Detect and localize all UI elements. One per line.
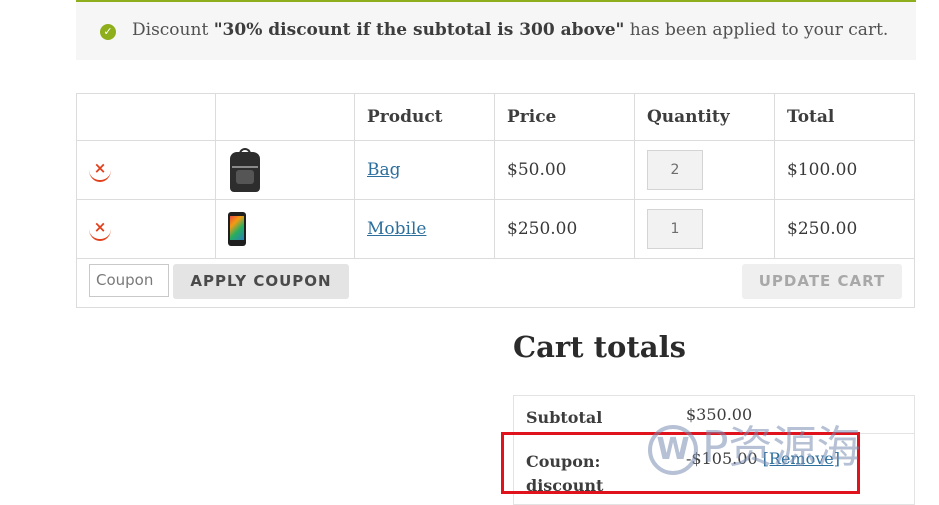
quantity-input[interactable]: 1 [647,209,703,249]
coupon-input[interactable]: Coupon [89,264,169,297]
coupon-name: "30% discount if the subtotal is 300 abo… [213,20,625,40]
remove-item-icon[interactable]: × [89,217,111,241]
product-link[interactable]: Bag [367,160,401,180]
price-cell: $50.00 [494,140,635,200]
mobile-thumbnail[interactable] [228,212,246,246]
product-link[interactable]: Mobile [367,219,426,239]
thumbnail-cell [215,140,355,200]
remove-cell: × [76,199,216,259]
wordpress-logo-icon: W [648,425,698,475]
bag-thumbnail[interactable] [228,148,262,192]
header-product: Product [354,93,495,141]
cart-header-row: Product Price Quantity Total [76,93,915,141]
discount-notice: ✓ Discount "30% discount if the subtotal… [76,0,916,60]
product-cell: Bag [354,140,495,200]
total-cell: $250.00 [774,199,915,259]
header-remove [76,93,216,141]
apply-coupon-button[interactable]: APPLY COUPON [173,264,349,299]
cart-totals-title: Cart totals [513,330,686,364]
total-cell: $100.00 [774,140,915,200]
remove-cell: × [76,140,216,200]
table-row: × Bag $50.00 2 $100.00 [76,140,915,200]
header-total: Total [774,93,915,141]
check-circle-icon: ✓ [100,24,116,40]
thumbnail-cell [215,199,355,259]
subtotal-label: Subtotal [526,408,603,427]
header-thumbnail [215,93,355,141]
quantity-input[interactable]: 2 [647,150,703,190]
quantity-cell: 1 [634,199,775,259]
header-quantity: Quantity [634,93,775,141]
price-cell: $250.00 [494,199,635,259]
notice-message: Discount "30% discount if the subtotal i… [132,20,889,40]
watermark-text: P资源海 [702,422,861,473]
table-row: × Mobile $250.00 1 $250.00 [76,199,915,259]
update-cart-button[interactable]: UPDATE CART [742,264,902,299]
remove-item-icon[interactable]: × [89,158,111,182]
watermark: W P资源海 [648,418,920,478]
quantity-cell: 2 [634,140,775,200]
product-cell: Mobile [354,199,495,259]
header-price: Price [494,93,635,141]
